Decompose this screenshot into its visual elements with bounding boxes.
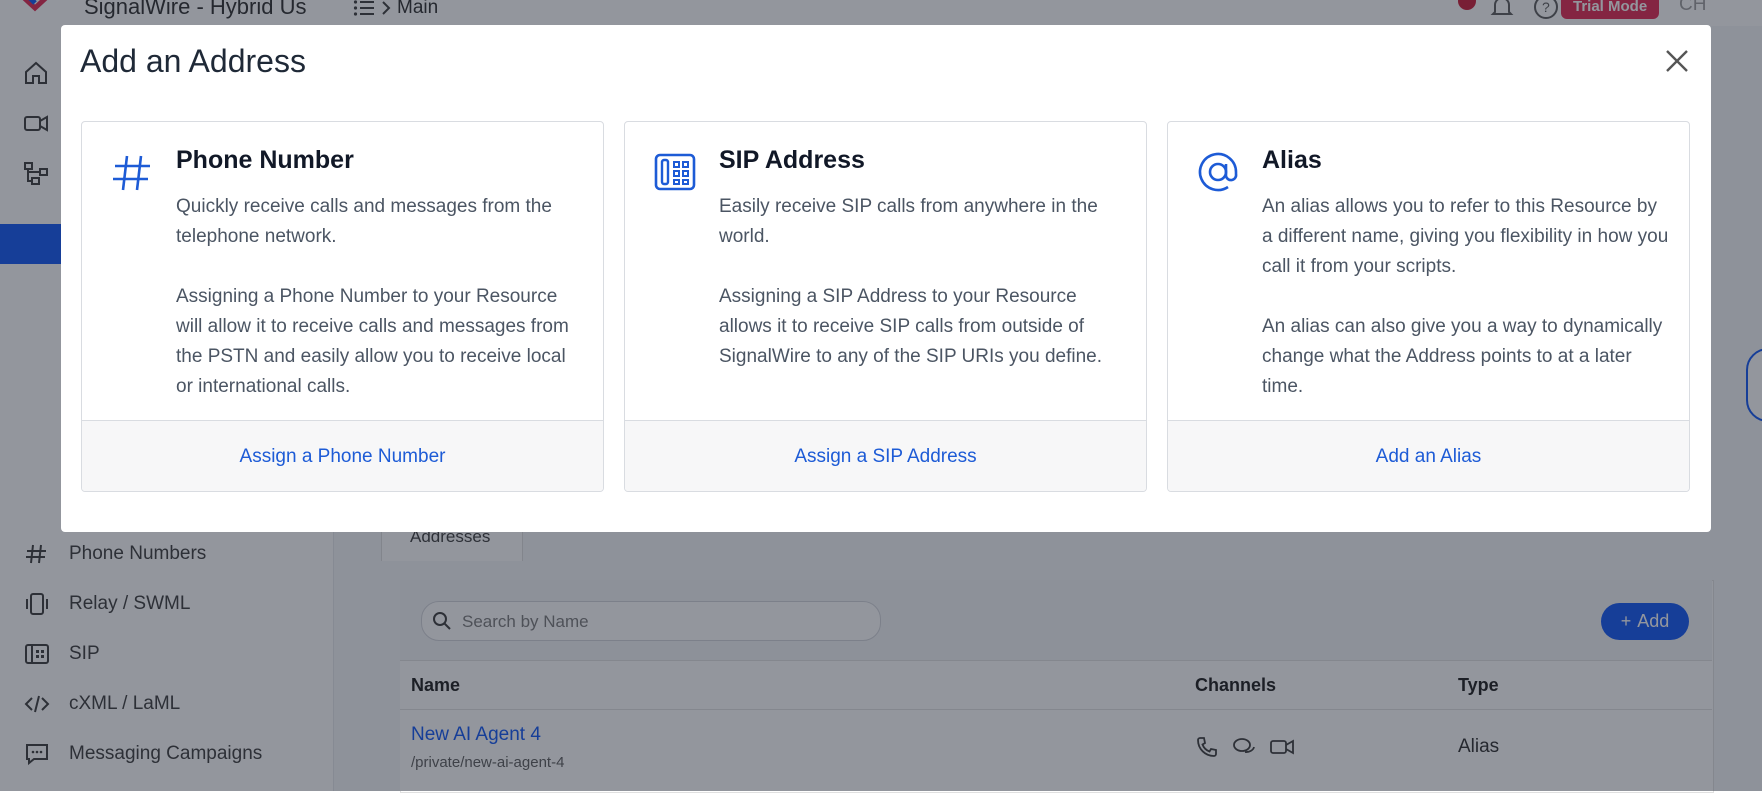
- sidebar-item-label: SIP: [69, 643, 100, 664]
- card-footer: Assign a Phone Number: [82, 420, 603, 491]
- add-address-modal: Add an Address Phone Number Quickly rece…: [61, 25, 1711, 532]
- bell-icon[interactable]: [1489, 0, 1515, 20]
- table-header: [400, 661, 1712, 710]
- sidebar-item-sip[interactable]: SIP: [0, 632, 333, 676]
- card-text: Easily receive SIP calls from anywhere i…: [719, 196, 1098, 247]
- app-root: SignalWire - Hybrid Us Main ? Trial Mode…: [0, 0, 1762, 793]
- svg-text:?: ?: [1542, 0, 1550, 15]
- signalwire-logo-icon[interactable]: [18, 0, 52, 22]
- card-text: Assigning a Phone Number to your Resourc…: [176, 286, 569, 397]
- card-description: An alias allows you to refer to this Res…: [1262, 192, 1672, 432]
- sip-phone-icon: [654, 153, 696, 191]
- phone-icon: [1197, 737, 1217, 757]
- relay-icon: [26, 593, 48, 615]
- row-path: /private/new-ai-agent-4: [411, 754, 565, 771]
- sidebar-item-label: Messaging Campaigns: [69, 743, 263, 764]
- chat-icon: [26, 744, 48, 766]
- card-description: Easily receive SIP calls from anywhere i…: [719, 192, 1129, 402]
- card-description: Quickly receive calls and messages from …: [176, 192, 586, 432]
- hash-icon: [113, 155, 150, 191]
- phone-number-card: Phone Number Quickly receive calls and m…: [81, 121, 604, 492]
- card-text: An alias allows you to refer to this Res…: [1262, 196, 1669, 277]
- resources-icon[interactable]: [22, 159, 50, 187]
- column-header-channels: Channels: [1195, 675, 1277, 695]
- chevron-right-icon: [382, 1, 391, 15]
- code-icon: [24, 695, 50, 713]
- card-title: SIP Address: [719, 146, 865, 174]
- card-title: Phone Number: [176, 146, 354, 174]
- card-text: Quickly receive calls and messages from …: [176, 196, 552, 247]
- modal-title: Add an Address: [80, 43, 306, 79]
- chat-icon: [1233, 738, 1255, 753]
- rail-active-indicator: [0, 224, 62, 264]
- list-icon: [353, 0, 374, 16]
- sip-icon: [25, 644, 49, 664]
- breadcrumb[interactable]: Main: [353, 0, 438, 19]
- assign-phone-number-link[interactable]: Assign a Phone Number: [240, 446, 446, 468]
- card-footer: Assign a SIP Address: [625, 420, 1146, 491]
- sidebar-item-relay-swml[interactable]: Relay / SWML: [0, 582, 333, 626]
- assign-sip-address-link[interactable]: Assign a SIP Address: [794, 446, 976, 468]
- sidebar-item-messaging-campaigns[interactable]: Messaging Campaigns: [0, 732, 333, 776]
- video-icon: [1270, 739, 1294, 755]
- home-icon[interactable]: [22, 59, 50, 87]
- sidebar-item-cxml-laml[interactable]: cXML / LaML: [0, 682, 333, 726]
- search-icon: [433, 612, 451, 630]
- alias-card: Alias An alias allows you to refer to th…: [1167, 121, 1690, 492]
- card-footer: Add an Alias: [1168, 420, 1689, 491]
- breadcrumb-current: Main: [397, 0, 439, 18]
- sidebar-item-label: cXML / LaML: [69, 693, 181, 714]
- side-panel-toggle[interactable]: [1746, 348, 1762, 422]
- table-row: [400, 710, 1712, 791]
- close-icon[interactable]: [1660, 44, 1694, 78]
- row-type: Alias: [1458, 736, 1500, 757]
- add-alias-link[interactable]: Add an Alias: [1376, 446, 1482, 468]
- plus-icon: +: [1620, 611, 1632, 631]
- avatar[interactable]: CH: [1679, 0, 1706, 16]
- top-bar: SignalWire - Hybrid Us Main ? Trial Mode…: [0, 0, 1762, 26]
- help-icon[interactable]: ?: [1533, 0, 1559, 20]
- sidebar-item-label: Relay / SWML: [69, 593, 191, 614]
- column-header-name[interactable]: Name: [411, 675, 460, 696]
- card-text: An alias can also give you a way to dyna…: [1262, 316, 1663, 397]
- add-button-label: Add: [1637, 611, 1670, 631]
- at-icon: [1198, 152, 1238, 192]
- search-box: [421, 601, 881, 641]
- trial-mode-badge[interactable]: Trial Mode: [1561, 0, 1660, 19]
- card-title: Alias: [1262, 146, 1322, 174]
- hash-icon: [26, 544, 46, 564]
- add-address-button[interactable]: + Add: [1601, 603, 1689, 640]
- sidebar-item-label: Phone Numbers: [69, 543, 207, 564]
- row-channels: [1195, 735, 1295, 759]
- video-icon[interactable]: [22, 109, 50, 137]
- card-text: Assigning a SIP Address to your Resource…: [719, 286, 1103, 367]
- sip-address-card: SIP Address Easily receive SIP calls fro…: [624, 121, 1147, 492]
- column-header-type[interactable]: Type: [1458, 675, 1499, 696]
- app-title[interactable]: SignalWire - Hybrid Us: [84, 0, 307, 20]
- row-name-link[interactable]: New AI Agent 4: [411, 724, 541, 746]
- sidebar-item-phone-numbers[interactable]: Phone Numbers: [0, 532, 333, 576]
- notification-dot: [1458, 0, 1476, 10]
- search-input[interactable]: [460, 609, 864, 635]
